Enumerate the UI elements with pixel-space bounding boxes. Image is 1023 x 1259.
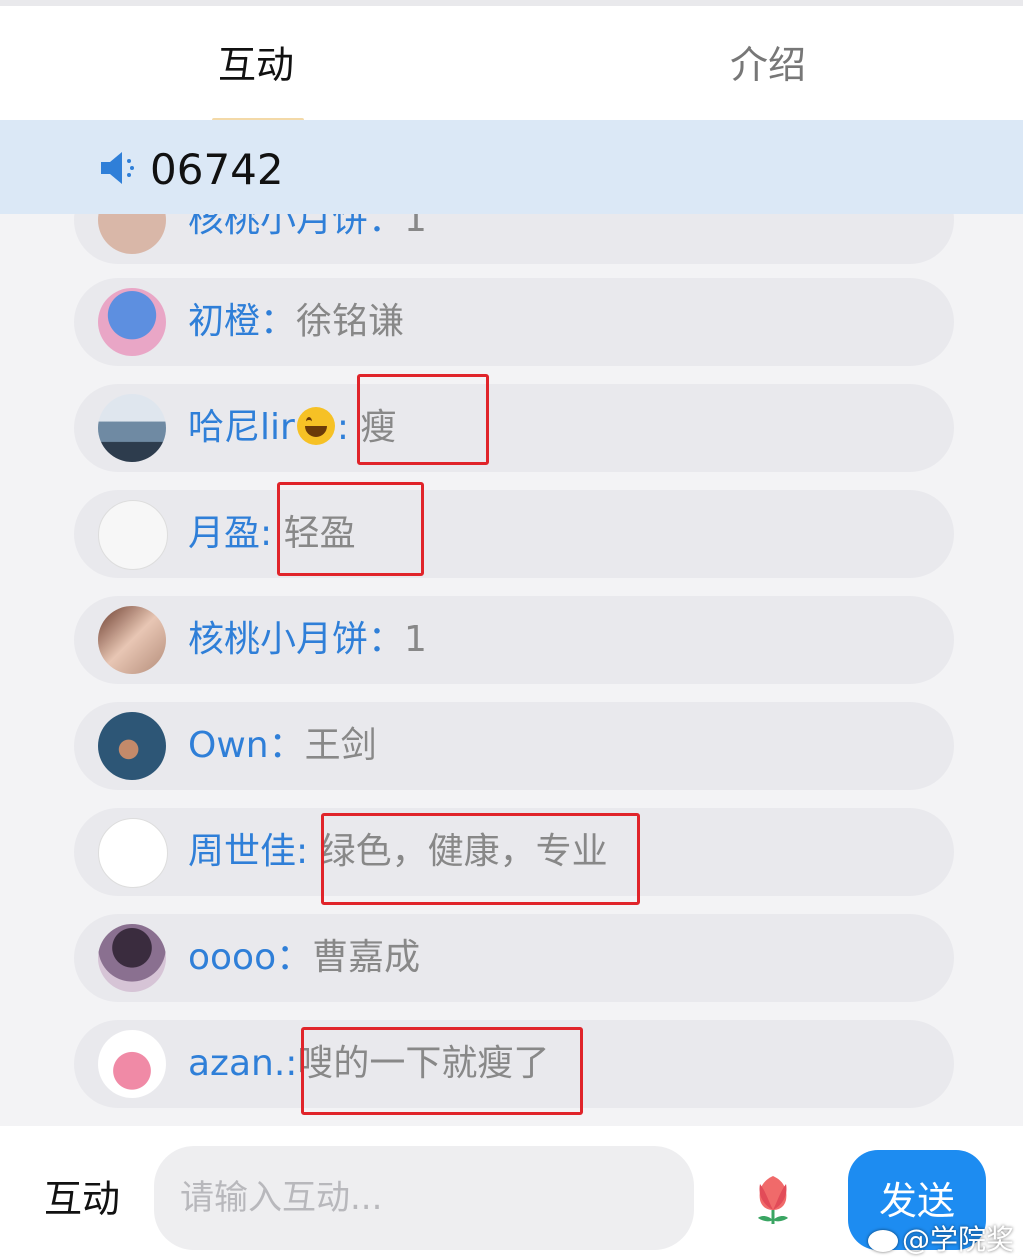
message-line: 核桃小月饼：1 [188,214,427,248]
username[interactable]: 月盈 [188,513,260,554]
separator: : [296,831,309,872]
list-item: 哈尼lir: 瘦 [74,384,954,472]
highlight-box [277,482,424,576]
speaker-icon [101,152,134,184]
username[interactable]: oooo [188,937,276,978]
message-text: 1 [404,619,427,660]
avatar[interactable] [98,818,168,888]
list-item: 核桃小月饼：1 [74,596,954,684]
message-line: oooo：曹嘉成 [188,930,420,986]
list-item: 初橙：徐铭谦 [74,278,954,366]
username[interactable]: 哈尼lir [188,407,295,448]
grinning-face-icon [296,407,335,445]
watermark: @学院奖 [868,1218,1014,1258]
message-line: Own：王剑 [188,718,377,774]
username[interactable]: 核桃小月饼 [188,214,368,240]
separator: ： [276,937,313,978]
separator: : [336,407,349,448]
list-item: 月盈: 轻盈 [74,490,954,578]
username[interactable]: 初橙 [188,301,260,342]
separator: ： [368,214,405,240]
avatar[interactable] [98,394,166,462]
separator: : [260,513,273,554]
interaction-label: 互动 [44,1177,121,1221]
avatar[interactable] [98,712,166,780]
username[interactable]: 周世佳 [188,831,296,872]
separator: ： [260,301,297,342]
avatar[interactable] [98,500,168,570]
list-item: 核桃小月饼：1 [74,214,954,264]
notice-text: 06742 [150,145,284,194]
message-text: 徐铭谦 [296,301,405,342]
watermark-text: @学院奖 [902,1223,1015,1256]
tab-interaction[interactable]: 互动 [218,40,294,90]
message-text: 王剑 [304,725,377,766]
username[interactable]: azan. [188,1043,285,1084]
avatar[interactable] [98,924,166,992]
highlight-box [301,1027,583,1115]
avatar[interactable] [98,606,166,674]
highlight-box [321,813,640,905]
separator: ： [268,725,305,766]
username[interactable]: 核桃小月饼 [188,619,368,660]
avatar[interactable] [98,214,166,254]
username[interactable]: Own [188,725,269,766]
tulip-icon[interactable] [748,1170,798,1226]
list-item: oooo：曹嘉成 [74,914,954,1002]
tab-bar: 互动 介绍 [0,6,1023,122]
comment-input[interactable] [154,1146,694,1250]
message-line: 初橙：徐铭谦 [188,294,404,350]
separator: : [285,1043,298,1084]
list-item: Own：王剑 [74,702,954,790]
message-list[interactable]: 核桃小月饼：1 初橙：徐铭谦 哈尼lir: 瘦 月盈: 轻盈 核桃小月饼：1 O… [0,214,1023,1126]
message-text: 曹嘉成 [312,937,421,978]
avatar[interactable] [98,1030,166,1098]
message-line: 核桃小月饼：1 [188,612,427,668]
message-text: 1 [404,214,427,240]
tab-introduction[interactable]: 介绍 [730,40,806,90]
avatar[interactable] [98,288,166,356]
weibo-icon [868,1230,898,1252]
separator: ： [368,619,405,660]
highlight-box [357,374,489,465]
